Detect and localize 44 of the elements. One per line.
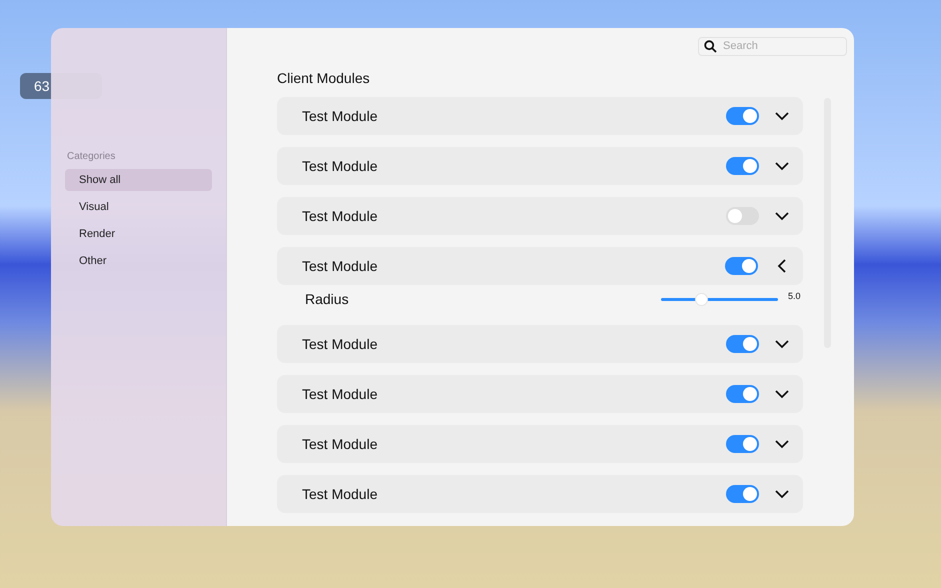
module-row[interactable]: Test Module (277, 97, 803, 135)
slider-value: 5.0 (788, 290, 802, 304)
chevron-down-icon[interactable] (775, 161, 789, 171)
module-name: Test Module (302, 334, 378, 354)
chevron-left-icon[interactable] (777, 259, 787, 273)
search-field[interactable]: Search (698, 37, 847, 56)
module-row[interactable]: Test Module (277, 475, 803, 513)
module-name: Test Module (302, 384, 378, 404)
toggle-switch[interactable] (726, 207, 759, 225)
search-icon (704, 40, 717, 53)
chevron-down-icon[interactable] (775, 439, 789, 449)
toggle-switch[interactable] (725, 257, 758, 275)
module-name: Test Module (302, 106, 378, 126)
sidebar-heading: Categories (66, 150, 116, 164)
chevron-down-icon[interactable] (775, 211, 789, 221)
toggle-switch[interactable] (726, 485, 759, 503)
setting-label: Radius (305, 290, 350, 308)
chevron-down-icon[interactable] (775, 339, 789, 349)
toggle-switch[interactable] (726, 335, 759, 353)
toggle-switch[interactable] (726, 435, 759, 453)
chevron-down-icon[interactable] (775, 389, 789, 399)
section-title: Client Modules (277, 69, 371, 86)
module-name: Test Module (302, 256, 378, 276)
slider-thumb[interactable] (695, 292, 708, 306)
sidebar-item[interactable]: Other (65, 250, 212, 272)
sidebar-item[interactable]: Visual (65, 196, 212, 218)
search-input[interactable]: Search (723, 38, 833, 55)
module-row[interactable]: Test Module (277, 247, 803, 285)
module-row[interactable]: Test Module (277, 375, 803, 413)
sidebar-item[interactable]: Render (65, 223, 212, 245)
chevron-down-icon[interactable] (775, 489, 789, 499)
toggle-switch[interactable] (726, 385, 759, 403)
module-name: Test Module (302, 434, 378, 454)
module-name: Test Module (302, 156, 378, 176)
module-row[interactable]: Test Module (277, 147, 803, 185)
module-name: Test Module (302, 206, 378, 226)
toggle-switch[interactable] (726, 157, 759, 175)
module-row[interactable]: Test Module (277, 197, 803, 235)
chevron-down-icon[interactable] (775, 111, 789, 121)
module-row[interactable]: Test Module (277, 325, 803, 363)
module-row[interactable]: Test Module (277, 425, 803, 463)
sidebar-item[interactable]: Show all (65, 169, 212, 191)
toggle-switch[interactable] (726, 107, 759, 125)
module-name: Test Module (302, 484, 378, 504)
